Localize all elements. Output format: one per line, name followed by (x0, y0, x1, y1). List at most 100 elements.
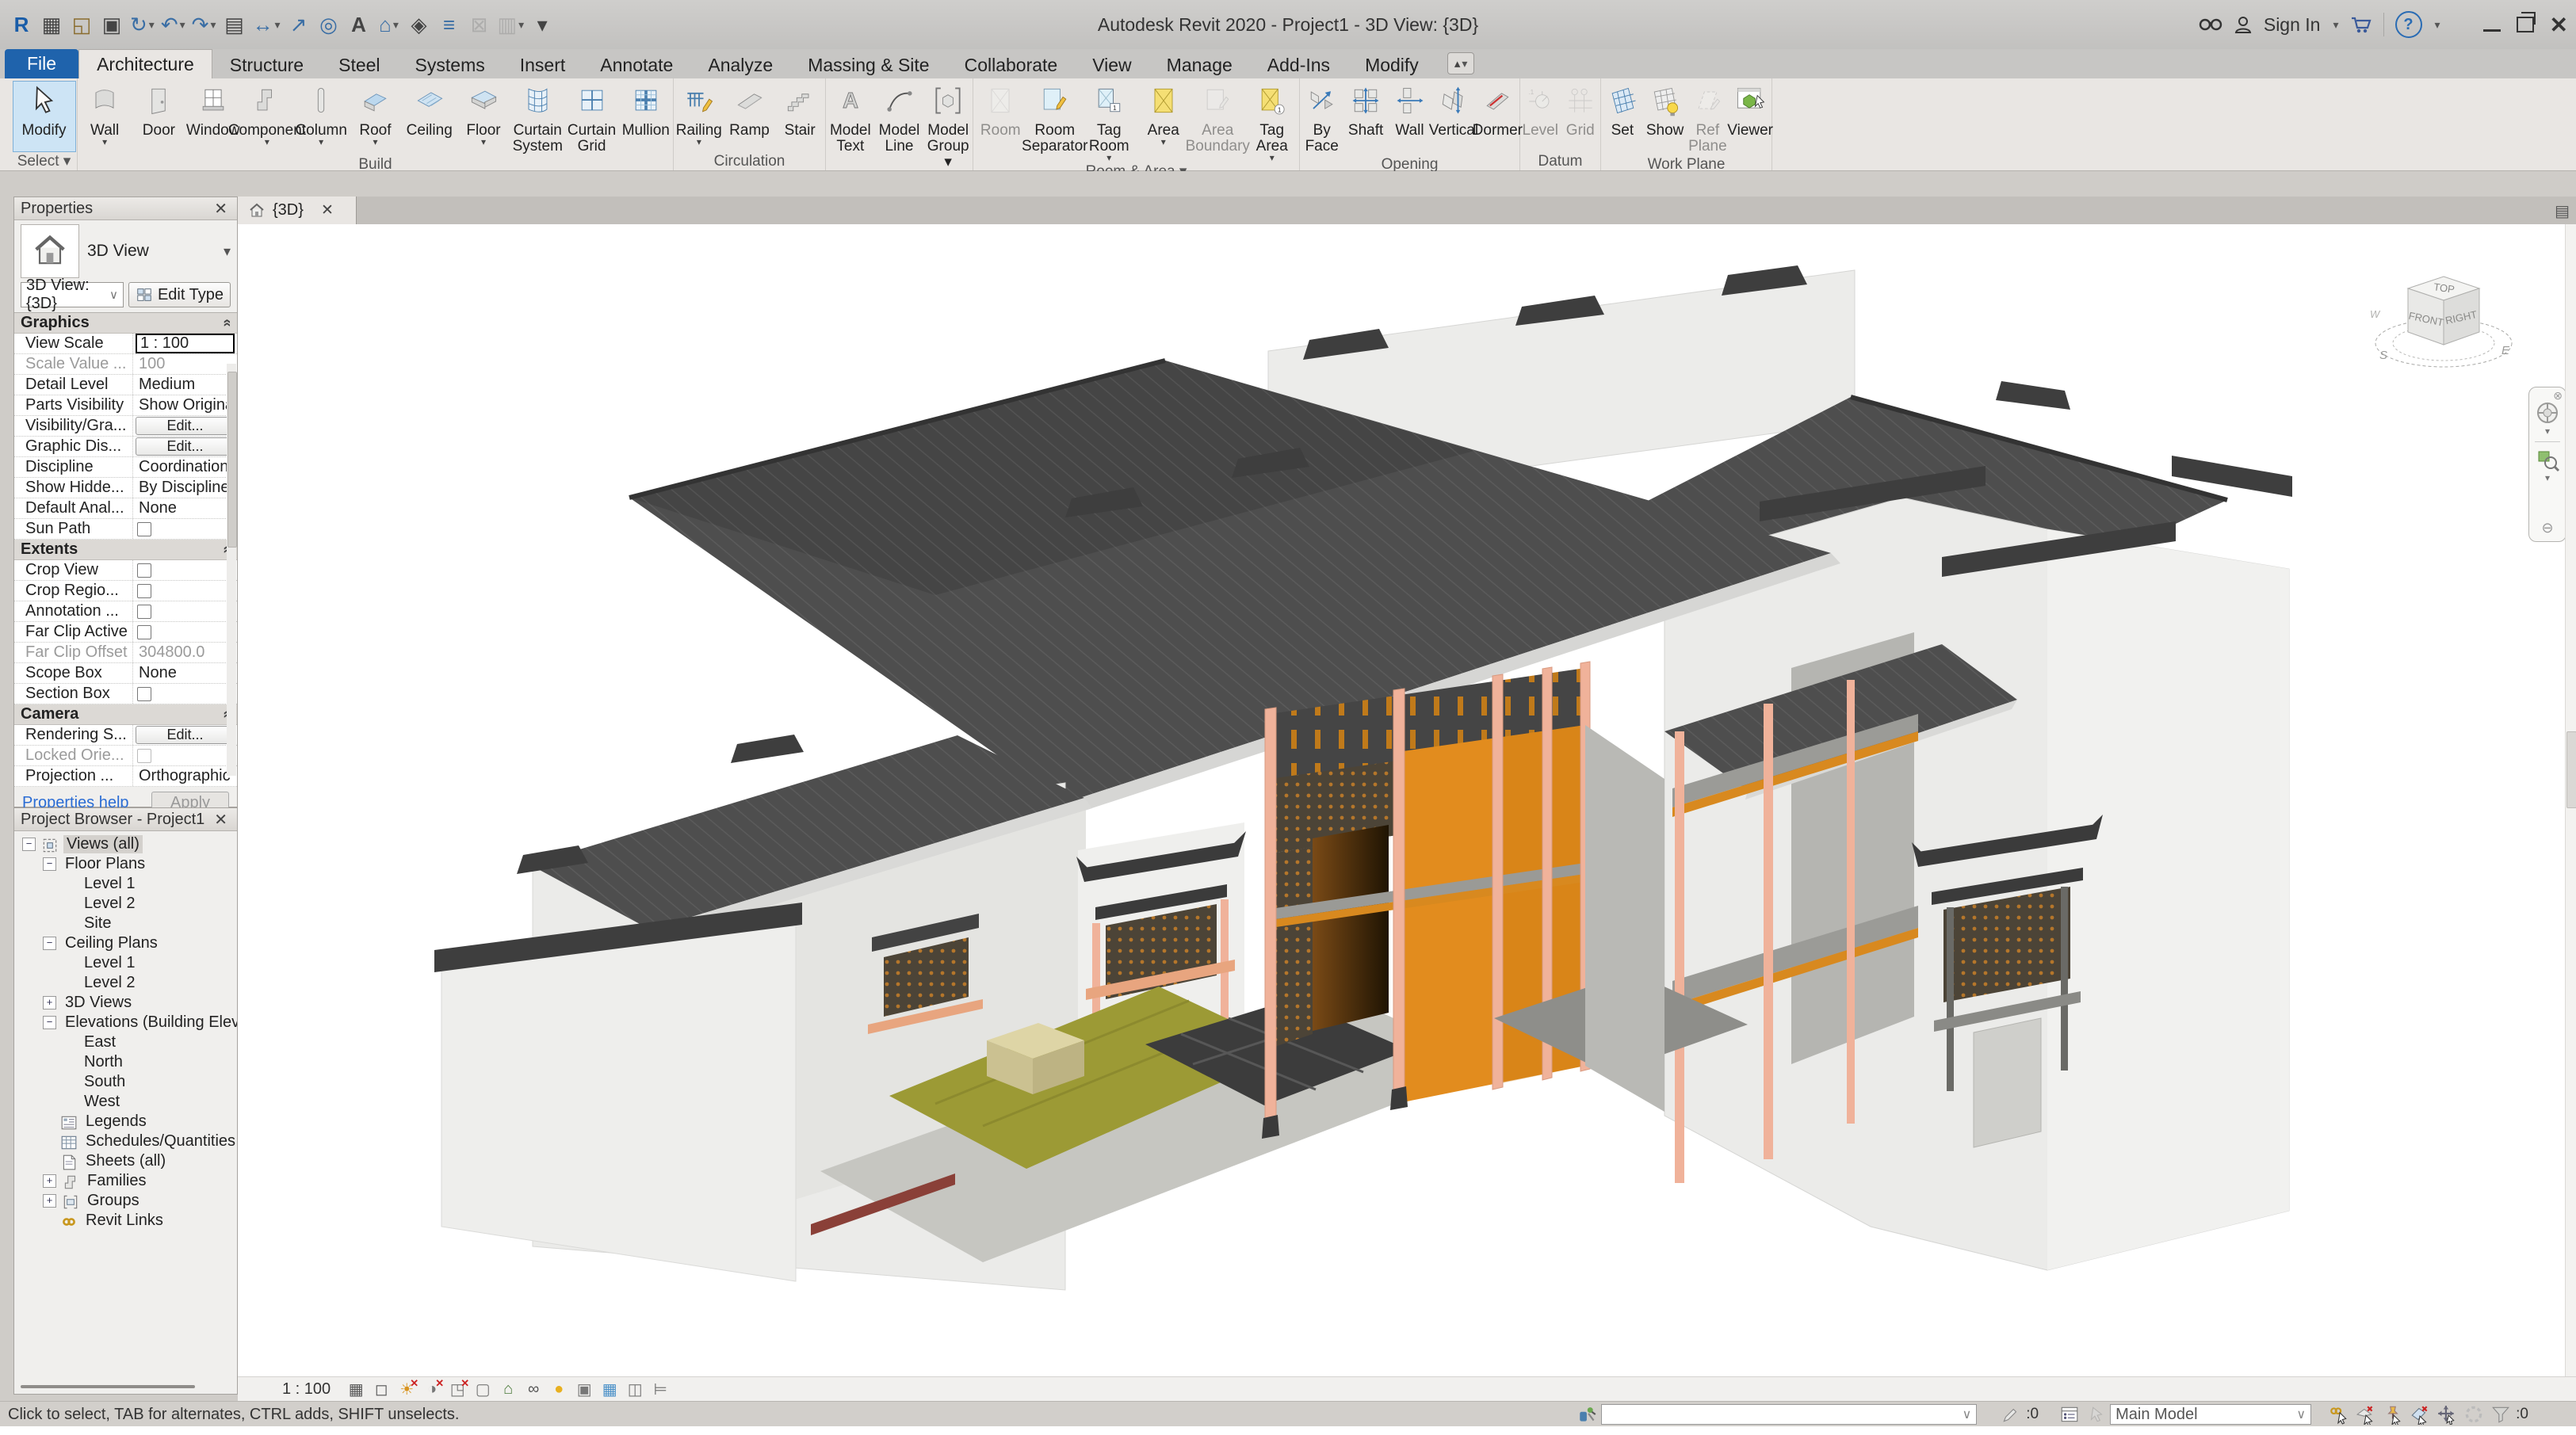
tree-item-floor-plans[interactable]: −Floor Plans (14, 854, 237, 874)
design-options-icon[interactable] (2056, 1403, 2083, 1425)
property-group-camera[interactable]: Camera» (14, 704, 237, 725)
sync-with-central-icon[interactable]: ↻▾ (127, 7, 158, 42)
area-button[interactable]: Area▾ (1137, 81, 1191, 162)
edit-button[interactable]: Edit... (136, 726, 235, 744)
shadows-off-icon[interactable]: ◑✕ (421, 1379, 443, 1399)
property-value-cell[interactable]: By Discipline (133, 478, 237, 498)
active-workset-dropdown[interactable]: ∨ (1601, 1404, 1977, 1425)
tree-item-site[interactable]: Site (14, 914, 237, 933)
tree-item-level-2[interactable]: Level 2 (14, 894, 237, 914)
revit-logo-icon[interactable]: R (6, 7, 36, 42)
tree-expander-icon[interactable]: + (43, 1174, 56, 1188)
sign-in-label[interactable]: Sign In (2264, 14, 2321, 36)
panel-label-datum[interactable]: Datum (1520, 152, 1600, 170)
vertical-button[interactable]: Vertical (1431, 81, 1475, 155)
dropdown-caret-icon[interactable]: ▾ (319, 139, 323, 146)
reveal-constraints-icon[interactable]: ⊨ (649, 1379, 671, 1399)
project-browser-close-icon[interactable]: ✕ (211, 810, 231, 830)
floor-button[interactable]: Floor▾ (457, 81, 510, 155)
property-value-cell[interactable]: None (133, 663, 237, 683)
dropdown-caret-icon[interactable]: ▾ (1270, 155, 1275, 162)
tree-item-3d-views[interactable]: +3D Views (14, 993, 237, 1013)
tree-item-legends[interactable]: Legends (14, 1112, 237, 1132)
search-icon[interactable] (2199, 9, 2222, 40)
select-elements-by-face-icon[interactable] (2406, 1403, 2433, 1425)
steering-wheel-caret-icon[interactable]: ▾ (2545, 426, 2550, 437)
dropdown-caret-icon[interactable]: ▾ (697, 139, 701, 146)
window-button[interactable]: Window (186, 81, 240, 155)
tree-item-south[interactable]: South (14, 1072, 237, 1092)
select-pinned-elements-icon[interactable] (2379, 1403, 2406, 1425)
properties-scrollbar[interactable] (227, 364, 236, 776)
ribbon-tab-modify[interactable]: Modify (1347, 52, 1436, 78)
tree-expander-icon[interactable]: − (22, 838, 36, 851)
dropdown-caret-icon[interactable]: ▾ (274, 18, 280, 32)
property-value[interactable]: 100 (136, 355, 165, 373)
property-value-cell[interactable] (133, 519, 237, 539)
select-links-icon[interactable] (2326, 1403, 2352, 1425)
zoom-icon[interactable] (2535, 447, 2560, 472)
property-value-cell[interactable]: 100 (133, 354, 237, 374)
navigation-bar[interactable]: ⊗ ▾ ▾ ⊖ (2528, 387, 2566, 542)
shaft-button[interactable]: Shaft (1343, 81, 1387, 155)
sun-path-off-icon[interactable]: ☀✕ (396, 1379, 418, 1399)
ramp-button[interactable]: Ramp (724, 81, 775, 152)
tree-item-east[interactable]: East (14, 1032, 237, 1052)
steering-wheel-icon[interactable] (2535, 400, 2560, 426)
dropdown-caret-icon[interactable]: ▾ (149, 18, 155, 32)
collapse-chevron-icon[interactable]: » (218, 319, 235, 326)
measure-icon[interactable]: ↔▾ (249, 7, 283, 42)
door-button[interactable]: Door (132, 81, 185, 155)
canvas-vertical-scrollbar[interactable] (2565, 224, 2576, 1376)
curtain-system-button[interactable]: Curtain System (510, 81, 564, 155)
tree-item-groups[interactable]: +Groups (14, 1191, 237, 1211)
tree-item-level-2[interactable]: Level 2 (14, 973, 237, 993)
property-value-cell[interactable]: Edit... (133, 416, 237, 436)
ceiling-button[interactable]: Ceiling (403, 81, 457, 155)
wall-button[interactable]: Wall (1388, 81, 1431, 155)
dropdown-caret-icon[interactable]: ▾ (373, 139, 377, 146)
modify-button[interactable]: Modify (13, 81, 76, 152)
ribbon-minimize-control[interactable]: ▴▾ (1447, 52, 1475, 74)
panel-label-circulation[interactable]: Circulation (674, 152, 825, 170)
edit-button[interactable]: Edit... (136, 437, 235, 456)
ribbon-minimize-caret-icon[interactable]: ▾ (1462, 57, 1467, 71)
restore-button[interactable] (2512, 9, 2534, 40)
property-value-cell[interactable]: Medium (133, 375, 237, 395)
navbar-collapse-icon[interactable]: ⊖ (2541, 520, 2553, 536)
project-browser-hscrollbar[interactable] (21, 1383, 195, 1391)
tag-area-button[interactable]: 1Tag Area▾ (1245, 81, 1300, 162)
property-group-extents[interactable]: Extents» (14, 540, 237, 560)
instance-combobox[interactable]: 3D View: {3D} ∨ (21, 282, 124, 307)
ribbon-tab-structure[interactable]: Structure (212, 52, 321, 78)
drawing-canvas-3d-view[interactable]: TOP FRONT RIGHT S E W ⊗ ▾ ▾ (238, 224, 2576, 1376)
property-value-cell[interactable] (133, 601, 237, 621)
set-button[interactable]: Set (1601, 81, 1644, 155)
dropdown-caret-icon[interactable]: ▾ (210, 18, 216, 32)
property-value-cell[interactable]: Edit... (133, 437, 237, 456)
property-value[interactable]: Medium (136, 376, 195, 394)
column-button[interactable]: Column▾ (294, 81, 348, 155)
tree-item-level-1[interactable]: Level 1 (14, 874, 237, 894)
model-text-button[interactable]: AModel Text (826, 81, 875, 171)
temporary-hide-isolate-icon[interactable]: ∞ (522, 1379, 545, 1399)
highlight-displacement-sets-icon[interactable]: ◫ (624, 1379, 646, 1399)
ribbon-tab-add-ins[interactable]: Add-Ins (1250, 52, 1347, 78)
railing-button[interactable]: Railing▾ (674, 81, 724, 152)
dropdown-caret-icon[interactable]: ▾ (265, 139, 269, 146)
ribbon-tab-massing-site[interactable]: Massing & Site (790, 52, 946, 78)
edit-type-button[interactable]: Edit Type (128, 282, 231, 307)
dormer-button[interactable]: Dormer (1476, 81, 1519, 155)
viewer-button[interactable]: Viewer (1729, 81, 1771, 155)
temporary-view-properties-icon[interactable]: ▣ (573, 1379, 595, 1399)
ribbon-tab-annotate[interactable]: Annotate (583, 52, 690, 78)
property-value-cell[interactable]: Orthographic (133, 766, 237, 786)
property-value-cell[interactable]: Show Original (133, 395, 237, 415)
thin-lines-icon[interactable]: ≡ (434, 7, 464, 42)
mullion-button[interactable]: Mullion (619, 81, 673, 155)
tree-item-ceiling-plans[interactable]: −Ceiling Plans (14, 933, 237, 953)
panel-label-select[interactable]: Select ▾ (11, 152, 77, 170)
print-icon[interactable]: ▤ (219, 7, 249, 42)
tag-by-category-icon[interactable]: ◎ (314, 7, 344, 42)
property-value-cell[interactable] (133, 581, 237, 601)
